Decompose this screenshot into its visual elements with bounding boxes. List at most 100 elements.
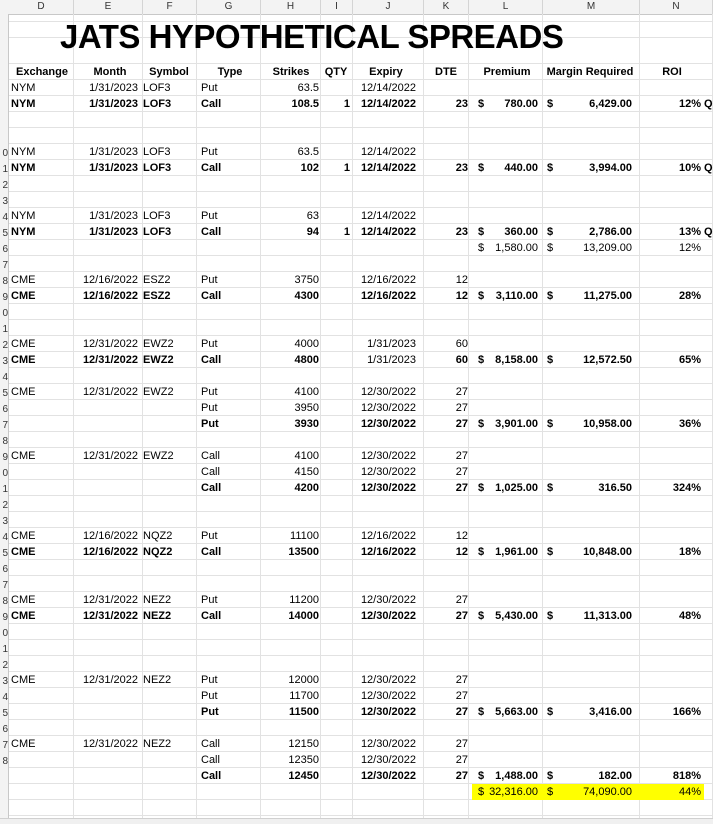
cell-type[interactable]: Put (201, 80, 257, 96)
cell-overflow[interactable]: Q (704, 160, 713, 176)
cell-expiry[interactable]: 1/31/2023 (355, 352, 416, 368)
cell-symbol[interactable]: LOF3 (143, 144, 193, 160)
cell-expiry[interactable]: 12/30/2022 (355, 480, 416, 496)
cell-expiry[interactable]: 12/30/2022 (355, 736, 416, 752)
cell-month[interactable]: 12/16/2022 (76, 288, 138, 304)
cell-margin[interactable] (560, 208, 632, 224)
cell-roi[interactable]: 324% (640, 480, 701, 496)
cell-strike[interactable]: 12150 (264, 736, 319, 752)
cell-symbol[interactable]: LOF3 (143, 96, 193, 112)
cell-dte[interactable]: 23 (425, 224, 468, 240)
cell-type[interactable]: Call (201, 752, 257, 768)
cell-strike[interactable]: 11700 (264, 688, 319, 704)
cell-symbol[interactable] (143, 768, 193, 784)
cell-dte[interactable]: 27 (425, 592, 468, 608)
cell-margin[interactable] (560, 752, 632, 768)
cell-exchange[interactable]: CME (11, 544, 71, 560)
cell-expiry[interactable]: 12/30/2022 (355, 768, 416, 784)
row-number[interactable]: 1 (0, 642, 8, 658)
cell-expiry[interactable]: 12/16/2022 (355, 272, 416, 288)
cell-month[interactable]: 12/31/2022 (76, 384, 138, 400)
cell-roi[interactable] (640, 592, 701, 608)
cell-premium[interactable] (480, 688, 538, 704)
cell-type[interactable]: Call (201, 352, 257, 368)
cell-qty[interactable] (322, 448, 350, 464)
column-header-j[interactable]: J (353, 0, 424, 14)
cell-premium[interactable]: 32,316.00 (480, 784, 538, 800)
cell-premium[interactable] (480, 80, 538, 96)
cell-margin[interactable] (560, 672, 632, 688)
cell-month[interactable] (76, 768, 138, 784)
cell-exchange[interactable] (11, 688, 71, 704)
cell-type[interactable]: Put (201, 688, 257, 704)
cell-expiry[interactable]: 12/30/2022 (355, 464, 416, 480)
cell-month[interactable]: 12/31/2022 (76, 608, 138, 624)
cell-margin[interactable] (560, 688, 632, 704)
cell-symbol[interactable]: NQZ2 (143, 544, 193, 560)
cell-type[interactable]: Call (201, 544, 257, 560)
cell-margin[interactable]: 13,209.00 (560, 240, 632, 256)
cell-exchange[interactable] (11, 480, 71, 496)
cell-expiry[interactable]: 12/30/2022 (355, 400, 416, 416)
cell-premium[interactable] (480, 400, 538, 416)
cell-exchange[interactable]: CME (11, 336, 71, 352)
cell-type[interactable]: Put (201, 384, 257, 400)
cell-dte[interactable] (425, 80, 468, 96)
cell-expiry[interactable]: 12/30/2022 (355, 672, 416, 688)
cell-roi[interactable] (640, 272, 701, 288)
cell-roi[interactable]: 166% (640, 704, 701, 720)
cell-type[interactable]: Call (201, 224, 257, 240)
cell-overflow[interactable]: Q (704, 96, 713, 112)
cell-dte[interactable]: 27 (425, 480, 468, 496)
cell-margin[interactable]: 10,958.00 (560, 416, 632, 432)
cell-symbol[interactable]: EWZ2 (143, 352, 193, 368)
cell-dte[interactable] (425, 144, 468, 160)
cell-expiry[interactable]: 12/30/2022 (355, 752, 416, 768)
cell-month[interactable]: 1/31/2023 (76, 96, 138, 112)
cell-margin[interactable]: 11,275.00 (560, 288, 632, 304)
cell-roi[interactable]: 13% (640, 224, 701, 240)
cell-type[interactable]: Call (201, 160, 257, 176)
cell-symbol[interactable] (143, 480, 193, 496)
column-header-l[interactable]: L (469, 0, 543, 14)
column-header-f[interactable]: F (143, 0, 197, 14)
cell-roi[interactable] (640, 528, 701, 544)
cell-roi[interactable] (640, 144, 701, 160)
header-strikes[interactable]: Strikes (268, 64, 314, 80)
cell-exchange[interactable]: CME (11, 272, 71, 288)
row-number[interactable]: 2 (0, 498, 8, 514)
header-margin[interactable]: Margin Required (543, 64, 637, 80)
cell-qty[interactable] (322, 736, 350, 752)
column-header-i[interactable]: I (321, 0, 353, 14)
cell-strike[interactable]: 4000 (264, 336, 319, 352)
cell-exchange[interactable]: CME (11, 288, 71, 304)
cell-exchange[interactable]: CME (11, 736, 71, 752)
cell-type[interactable]: Put (201, 144, 257, 160)
cell-symbol[interactable] (143, 784, 193, 800)
cell-strike[interactable]: 4200 (264, 480, 319, 496)
cell-qty[interactable] (322, 752, 350, 768)
cell-symbol[interactable]: NEZ2 (143, 592, 193, 608)
cell-type[interactable]: Put (201, 272, 257, 288)
cell-exchange[interactable]: NYM (11, 208, 71, 224)
cell-symbol[interactable]: NQZ2 (143, 528, 193, 544)
cell-qty[interactable] (322, 608, 350, 624)
cell-premium[interactable] (480, 736, 538, 752)
cell-month[interactable] (76, 688, 138, 704)
cell-strike[interactable]: 4150 (264, 464, 319, 480)
cell-expiry[interactable]: 12/16/2022 (355, 288, 416, 304)
cell-dte[interactable]: 27 (425, 464, 468, 480)
cell-month[interactable] (76, 240, 138, 256)
cell-dte[interactable]: 23 (425, 160, 468, 176)
cell-qty[interactable] (322, 240, 350, 256)
cell-margin[interactable]: 182.00 (560, 768, 632, 784)
cell-month[interactable]: 12/31/2022 (76, 448, 138, 464)
cell-premium[interactable] (480, 336, 538, 352)
cell-month[interactable] (76, 752, 138, 768)
cell-symbol[interactable] (143, 416, 193, 432)
cell-premium[interactable]: 440.00 (480, 160, 538, 176)
cell-dte[interactable]: 27 (425, 688, 468, 704)
column-header-n[interactable]: N (640, 0, 713, 14)
cell-strike[interactable]: 11500 (264, 704, 319, 720)
cell-premium[interactable]: 360.00 (480, 224, 538, 240)
